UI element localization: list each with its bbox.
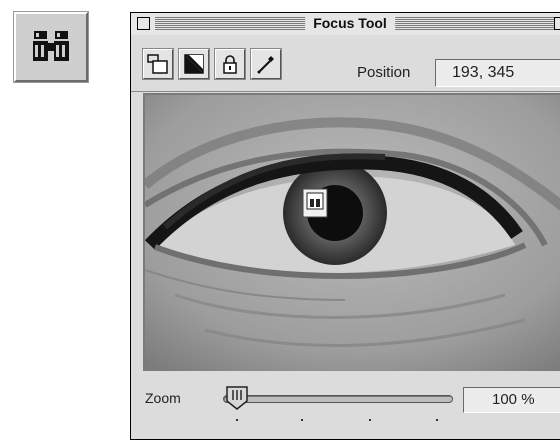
- focus-tool-window: Focus Tool Position 193, 345 Zoom 100 %: [130, 12, 560, 440]
- frame-icon: [147, 54, 168, 74]
- zoom-tick: [369, 419, 371, 421]
- slider-thumb-icon: [226, 386, 248, 410]
- zoom-slider-thumb[interactable]: [223, 385, 251, 411]
- window-title: Focus Tool: [305, 15, 395, 31]
- mask-tool-button[interactable]: [179, 49, 209, 79]
- zoom-value-field[interactable]: 100 %: [463, 387, 560, 413]
- zoom-bar: Zoom 100 %: [131, 373, 560, 433]
- title-bar[interactable]: Focus Tool: [131, 13, 560, 36]
- image-viewport[interactable]: [143, 93, 560, 371]
- binoculars-icon: [33, 31, 69, 61]
- zoom-box[interactable]: [554, 17, 560, 30]
- lock-tool-button[interactable]: [215, 49, 245, 79]
- zoom-tick: [301, 419, 303, 421]
- position-field[interactable]: 193, 345: [435, 59, 560, 87]
- frame-tool-button[interactable]: [143, 49, 173, 79]
- zoom-tick: [236, 419, 238, 421]
- toolbar: Position 193, 345: [131, 35, 560, 92]
- position-label: Position: [357, 64, 411, 81]
- zoom-label: Zoom: [145, 390, 181, 406]
- half-fill-icon: [184, 54, 204, 74]
- eye-image: [145, 95, 560, 371]
- eyedropper-tool-button[interactable]: [251, 49, 281, 79]
- zoom-tick: [436, 419, 438, 421]
- lock-icon: [223, 55, 237, 74]
- focus-marker-icon[interactable]: [302, 188, 328, 218]
- zoom-slider-track[interactable]: [223, 395, 453, 403]
- close-box[interactable]: [137, 17, 150, 30]
- binoculars-tool-button[interactable]: [14, 12, 88, 82]
- eyedropper-icon: [257, 56, 274, 74]
